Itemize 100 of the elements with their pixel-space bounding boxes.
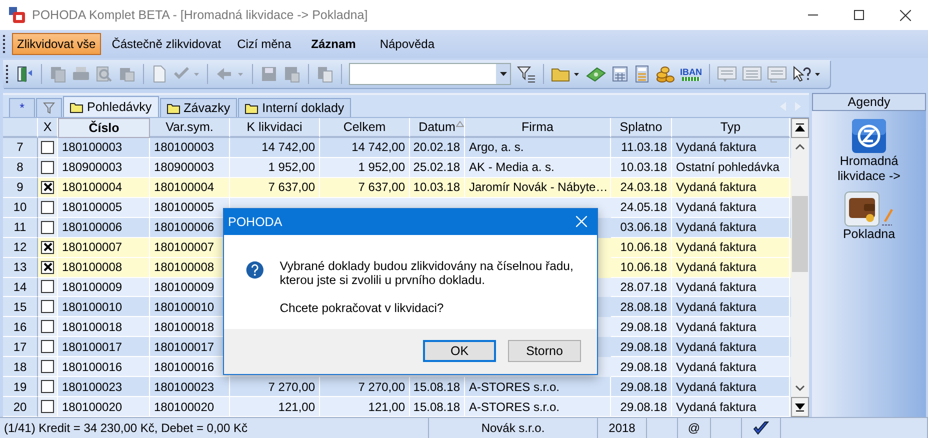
- table-cell: 180100023: [62, 380, 122, 394]
- checkbox[interactable]: [41, 180, 54, 194]
- checkbox[interactable]: [41, 260, 54, 274]
- table-cell: 180100010: [154, 300, 214, 314]
- table-cell: Vydaná faktura: [676, 220, 756, 234]
- row-number: 13: [3, 258, 38, 278]
- table-cell: 29.08.18: [620, 380, 667, 394]
- table-cell: 180100008: [62, 260, 122, 274]
- checkbox[interactable]: [41, 200, 54, 214]
- folder-icon: [70, 102, 83, 112]
- checkbox[interactable]: [41, 160, 54, 174]
- table-cell: 25.02.18: [413, 160, 460, 174]
- menu-item[interactable]: Částečně zlikvidovat: [106, 33, 226, 55]
- table-cell: 10.06.18: [620, 240, 667, 254]
- wallet-icon[interactable]: [844, 191, 894, 227]
- row-number: 8: [3, 158, 38, 178]
- status-mail: @: [678, 418, 711, 438]
- table-cell: 28.07.18: [620, 280, 667, 294]
- checkbox[interactable]: [41, 360, 54, 374]
- table-cell: 180100004: [62, 180, 122, 194]
- agenda-label[interactable]: Hromadná likvidace ->: [819, 154, 919, 184]
- table-cell: A-STORES s.r.o.: [469, 380, 560, 394]
- table-cell: 7 270,00: [268, 380, 315, 394]
- scrollbar-thumb[interactable]: [792, 196, 808, 272]
- tab[interactable]: Interní doklady: [238, 98, 352, 117]
- table-cell: Vydaná faktura: [676, 360, 756, 374]
- table-cell: Vydaná faktura: [676, 320, 756, 334]
- help-cursor-dropdown-icon[interactable]: [792, 65, 822, 83]
- table-cell: 180100010: [62, 300, 122, 314]
- table-cell: 15.08.18: [413, 400, 460, 414]
- table-cell: 180100004: [154, 180, 214, 194]
- exit-door-icon[interactable]: [16, 65, 34, 83]
- dialog-button[interactable]: OK: [423, 340, 496, 362]
- table-cell: 10.06.18: [620, 260, 667, 274]
- table-cell: 180100018: [154, 320, 214, 334]
- table-cell: 180100003: [154, 140, 214, 154]
- checkbox[interactable]: [41, 340, 54, 354]
- tab[interactable]: *: [9, 98, 35, 117]
- checkbox[interactable]: [41, 140, 54, 154]
- dialog-message: Vybrané doklady budou zlikvidovány na číselnou řadu, kterou jste si zvolili u prvního dokladu.: [280, 258, 574, 287]
- row-number: 19: [3, 377, 38, 398]
- table-cell: 121,00: [278, 400, 315, 414]
- tab[interactable]: Závazky: [160, 98, 238, 117]
- table-cell: Vydaná faktura: [676, 180, 756, 194]
- row-number: 11: [3, 218, 38, 238]
- table-cell: Vydaná faktura: [676, 340, 756, 354]
- window-title: POHODA Komplet BETA - [Hromadná likvidace -> Pokladna]: [32, 8, 368, 22]
- filter-tab[interactable]: [36, 98, 62, 117]
- status-year: 2018: [598, 418, 647, 438]
- checkbox[interactable]: [41, 300, 54, 314]
- scroll-top-icon[interactable]: [791, 118, 809, 138]
- agenda-label[interactable]: Pokladna: [819, 227, 919, 242]
- maximize-icon[interactable]: [854, 10, 864, 20]
- table-cell: 24.05.18: [620, 200, 667, 214]
- scroll-bottom-icon[interactable]: [791, 397, 809, 417]
- menu-item[interactable]: Zlikvidovat vše: [12, 33, 101, 55]
- filter-icon[interactable]: [516, 65, 536, 83]
- table-cell: 180100018: [62, 320, 122, 334]
- dialog-button[interactable]: Storno: [508, 340, 581, 362]
- table-cell: 24.03.18: [620, 180, 667, 194]
- sync-icon[interactable]: [851, 118, 887, 154]
- table-cell: 15.08.18: [413, 380, 460, 394]
- table-cell: Vydaná faktura: [676, 260, 756, 274]
- table-cell: 180900003: [62, 160, 122, 174]
- menu-item[interactable]: Záznam: [306, 33, 361, 55]
- row-number: 12: [3, 238, 38, 258]
- table-cell: 180100023: [154, 380, 214, 394]
- checkbox[interactable]: [41, 280, 54, 294]
- checkbox[interactable]: [41, 400, 54, 414]
- folder-icon: [166, 102, 180, 114]
- table-cell: 180100020: [62, 400, 122, 414]
- banknote-icon[interactable]: [586, 65, 606, 83]
- table-cell: Vydaná faktura: [676, 140, 756, 154]
- tab[interactable]: Pohledávky: [63, 96, 159, 117]
- menu-item[interactable]: Cizí měna: [232, 33, 296, 55]
- checkbox[interactable]: [41, 380, 54, 394]
- coins-icon[interactable]: [655, 65, 675, 83]
- table-cell: 180100003: [62, 140, 122, 154]
- table-cell: 180100006: [154, 220, 214, 234]
- row-number: 20: [3, 397, 38, 418]
- dialog-question: Chcete pokračovat v likvidaci?: [280, 300, 445, 315]
- table-cell: AK - Media a. s.: [469, 160, 554, 174]
- menu-item[interactable]: Nápověda: [374, 33, 440, 55]
- table-cell: Vydaná faktura: [676, 300, 756, 314]
- table-cell: 121,00: [368, 400, 405, 414]
- calculator-icon[interactable]: [634, 65, 650, 83]
- table-cell: 7 637,00: [268, 180, 315, 194]
- table-cell: 180100017: [154, 340, 214, 354]
- table-cell: Vydaná faktura: [676, 200, 756, 214]
- calculator-icon[interactable]: [611, 65, 629, 83]
- row-number: 18: [3, 357, 38, 378]
- checkbox[interactable]: [41, 240, 54, 254]
- column-header[interactable]: Číslo: [58, 118, 150, 138]
- checkmark-icon: [753, 421, 769, 435]
- checkbox[interactable]: [41, 320, 54, 334]
- table-cell: 180100009: [62, 280, 122, 294]
- checkbox[interactable]: [41, 220, 54, 234]
- table-cell: 180100006: [62, 220, 122, 234]
- table-cell: Vydaná faktura: [676, 240, 756, 254]
- close-icon[interactable]: [900, 10, 911, 20]
